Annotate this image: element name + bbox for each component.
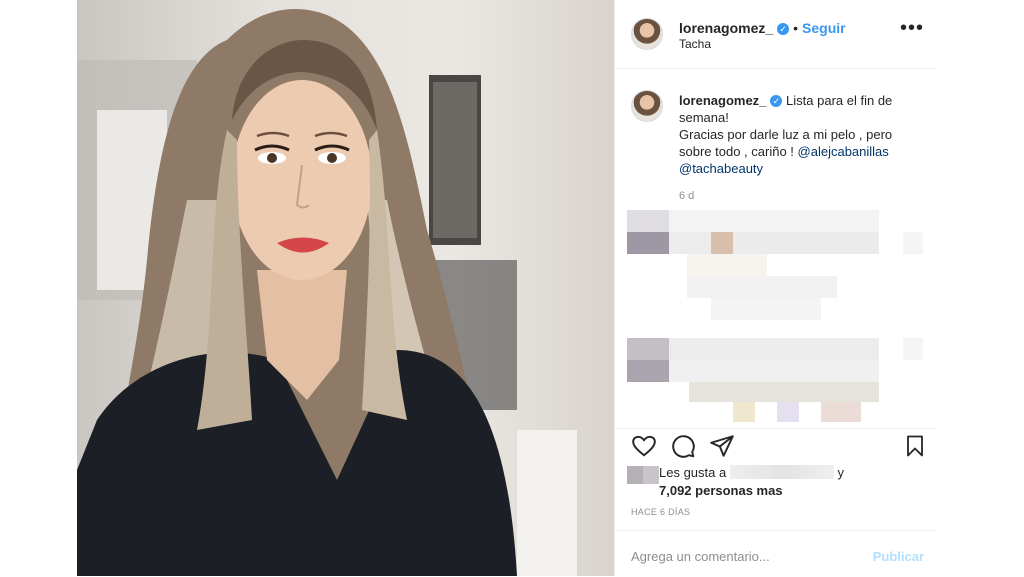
liker-avatar[interactable] (627, 466, 659, 484)
mention-link[interactable]: @tachabeauty (679, 161, 763, 176)
comment-bar: Agrega un comentario... Publicar (615, 530, 936, 577)
blur-pixel (627, 210, 669, 232)
comment-icon[interactable] (670, 433, 696, 459)
blur-pixel (627, 338, 669, 360)
caption-avatar[interactable] (631, 90, 663, 122)
likes-prefix: Les gusta a (659, 465, 727, 480)
post-timestamp[interactable]: HACE 6 DÍAS (631, 507, 690, 517)
blur-pixel (689, 382, 879, 402)
blurred-comments-2 (627, 338, 924, 424)
blur-pixel (669, 338, 879, 360)
comment-input[interactable]: Agrega un comentario... (631, 549, 770, 564)
caption-username[interactable]: lorenagomez_ (679, 93, 766, 108)
separator-dot: • (793, 20, 799, 36)
blur-pixel (627, 360, 669, 382)
portrait-illustration (77, 9, 577, 576)
caption-age: 6 d (679, 190, 695, 202)
blur-pixel (903, 232, 923, 254)
follow-button[interactable]: Seguir (802, 20, 846, 36)
likes-suffix: y (837, 465, 844, 480)
instagram-post-modal: lorenagomez_ ✓ • Seguir Tacha ••• lorenagom… (0, 0, 1024, 576)
heart-icon[interactable] (631, 433, 657, 459)
blur-pixel (669, 360, 879, 382)
publish-button[interactable]: Publicar (873, 549, 924, 564)
blur-pixel (711, 232, 733, 254)
blur-pixel (711, 298, 821, 320)
blur-pixel (733, 232, 879, 254)
bookmark-icon[interactable] (903, 433, 927, 459)
blur-pixel (687, 254, 767, 276)
post-header: lorenagomez_ ✓ • Seguir Tacha ••• (615, 0, 936, 69)
blurred-comments-1 (627, 210, 924, 320)
blur-pixel (903, 338, 923, 360)
more-options-icon[interactable]: ••• (900, 18, 924, 38)
blur-pixel (733, 402, 755, 422)
post-caption: lorenagomez_ ✓ Lista para el fin de seman… (679, 92, 919, 177)
likes-line: Les gusta a y (659, 464, 844, 481)
location-link[interactable]: Tacha (679, 37, 711, 51)
share-icon[interactable] (709, 433, 735, 459)
action-bar (615, 428, 936, 461)
verified-badge-icon: ✓ (770, 95, 783, 107)
verified-badge-icon: ✓ (777, 23, 790, 35)
blur-pixel (627, 232, 669, 254)
blur-pixel (777, 402, 799, 422)
likes-count[interactable]: 7,092 personas mas (659, 482, 783, 499)
blur-pixel (669, 232, 711, 254)
blurred-liker-name[interactable] (729, 465, 834, 479)
header-username[interactable]: lorenagomez_ (679, 20, 773, 36)
mention-link[interactable]: @alejcabanillas (798, 144, 889, 159)
blur-pixel (821, 402, 861, 422)
post-sidebar: lorenagomez_ ✓ • Seguir Tacha ••• lorenagom… (614, 0, 936, 576)
avatar[interactable] (631, 18, 663, 50)
blur-pixel (669, 210, 879, 232)
header-user-line: lorenagomez_ ✓ • Seguir (679, 20, 846, 36)
blur-pixel (687, 276, 837, 298)
post-photo[interactable] (77, 0, 614, 576)
